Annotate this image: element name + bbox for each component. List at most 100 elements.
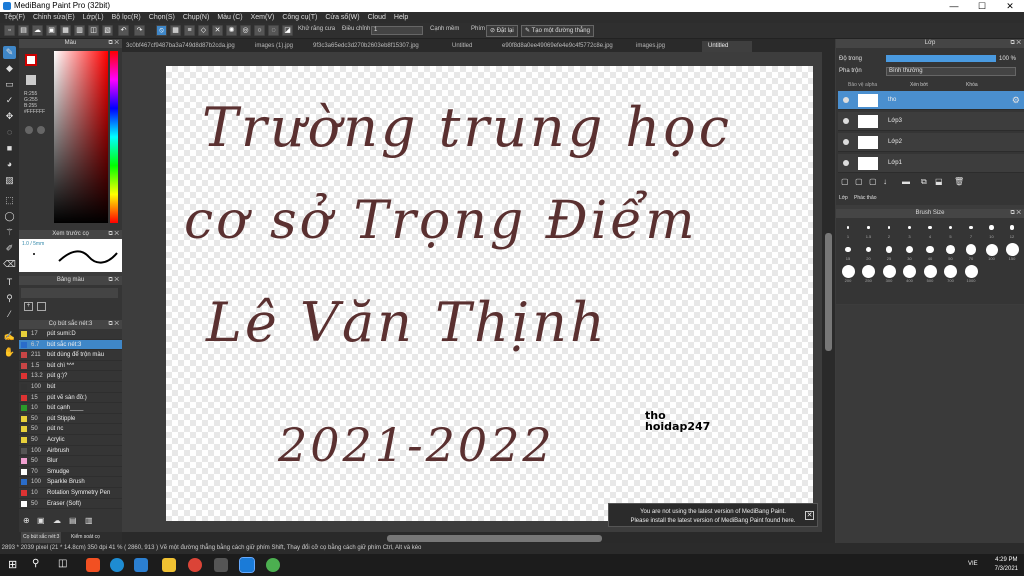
snap-off-icon[interactable]: ⦸ [156, 25, 167, 36]
protect-alpha-checkbox[interactable]: Bảo vệ alpha [848, 82, 877, 88]
brush-size-option[interactable]: 10 [983, 221, 1001, 239]
menu-select[interactable]: Chọn(S) [145, 12, 179, 23]
brush-size-option[interactable]: 5 [942, 221, 960, 239]
share-icon[interactable]: ▦ [60, 25, 71, 36]
select-lasso-tool-icon[interactable]: ◯ [3, 210, 16, 223]
explorer-icon[interactable] [162, 558, 176, 572]
reset-button[interactable]: ⊘ Đặt lại [486, 25, 518, 37]
brush-item[interactable]: 211 bút dùng để trộn màu [19, 350, 122, 361]
doc-tab[interactable]: images (1).jpg [255, 41, 293, 52]
drawing-canvas[interactable]: Trường trung học cơ sở Trọng Điểm Lê Văn… [166, 66, 813, 521]
move-tool-icon[interactable]: ✥ [3, 110, 16, 123]
brush-size-option[interactable]: 15 [839, 243, 857, 261]
menu-view[interactable]: Xem(V) [247, 12, 279, 23]
update-notice[interactable]: You are not using the latest version of … [608, 503, 818, 527]
brush-item[interactable]: 17 pút sumi:D [19, 329, 122, 340]
brush-size-option[interactable]: 2 [880, 221, 898, 239]
doc-tab[interactable]: e90f8d8a0ee49069efe4e9c4f5772c8e.jpg [502, 41, 613, 52]
circle-snap-icon[interactable]: ○ [254, 25, 265, 36]
menu-color[interactable]: Màu (C) [213, 12, 246, 23]
divide-tool-icon[interactable]: ⚲ [3, 292, 16, 305]
gradient-tool-icon[interactable]: ▨ [3, 174, 16, 187]
brush-size-option[interactable]: 400 [901, 265, 919, 283]
foreground-color-swatch[interactable] [25, 54, 37, 66]
soft-edge-checkbox[interactable]: Cạnh mềm [430, 26, 459, 32]
brush-size-option[interactable]: 4 [921, 221, 939, 239]
brush-item[interactable]: 100 Airbrush [19, 446, 122, 457]
task-view-icon[interactable]: ◫ [58, 558, 72, 572]
brush-item[interactable]: 50 Eraser (Soft) [19, 499, 122, 510]
brush-item[interactable]: 15 pút vẽ sàn đồ:) [19, 393, 122, 404]
menu-window[interactable]: Cửa sổ(W) [321, 12, 363, 23]
maximize-button[interactable]: ☐ [968, 0, 996, 12]
brush-tool-icon[interactable]: ✎ [3, 46, 16, 59]
add-8bit-layer-icon[interactable]: ▢ [869, 177, 877, 186]
select-pen-tool-icon[interactable]: ✐ [3, 242, 16, 255]
doc-tab[interactable]: 3c0bf467cf9487ba3a749d8d87b2cda.jpg [126, 41, 235, 52]
menu-edit[interactable]: Chỉnh sửa(E) [29, 12, 79, 23]
saturation-brightness-picker[interactable] [54, 51, 108, 223]
brush-item[interactable]: 50 pút Stipple [19, 414, 122, 425]
hand-tool-icon[interactable]: ✍ [3, 330, 16, 343]
brush-size-option[interactable]: 12 [1003, 221, 1021, 239]
medibang-icon[interactable] [239, 557, 255, 573]
select-rect-tool-icon[interactable]: ⬚ [3, 194, 16, 207]
vertical-scroll-thumb[interactable] [825, 233, 832, 351]
layer-row[interactable]: Lớp3 [838, 112, 1024, 131]
tab-sketch[interactable]: Phác thảo [854, 195, 877, 201]
brush-size-option[interactable]: 20 [860, 243, 878, 261]
merge-layer-icon[interactable]: ⬓ [935, 177, 943, 186]
color-set-menu-icon[interactable] [37, 302, 46, 311]
add-halftone-layer-icon[interactable]: ▢ [855, 177, 863, 186]
brush-size-option[interactable]: 40 [921, 243, 939, 261]
trash-icon[interactable]: ▧ [102, 25, 113, 36]
add-brush-icon[interactable]: ⊕ [23, 516, 30, 525]
panel-close-icon[interactable]: ⧉ ✕ [108, 39, 119, 48]
zoom-hand-icon[interactable]: ✋ [3, 346, 16, 359]
doc-tab[interactable]: 9f3c3a65edc3d270b2603eb8f15307.jpg [313, 41, 419, 52]
brush-item[interactable]: 6.7 bút sắc nét:3 [19, 339, 122, 351]
palette-icon[interactable] [37, 126, 45, 134]
app-icon[interactable] [134, 558, 148, 572]
doc-tab[interactable]: images.jpg [636, 41, 665, 52]
brush-item[interactable]: 70 Smudge [19, 467, 122, 478]
tab-brush[interactable]: Cọ bút sắc nét:3 [21, 532, 62, 543]
brush-item[interactable]: 10 bút cạnh____ [19, 403, 122, 414]
edge-icon[interactable] [110, 558, 124, 572]
brush-size-option[interactable]: 200 [839, 265, 857, 283]
layer-icon[interactable]: ▥ [74, 25, 85, 36]
doc-tab-active[interactable]: Untitled [702, 41, 752, 52]
close-button[interactable]: ✕ [996, 0, 1024, 12]
opacity-slider[interactable] [886, 55, 996, 62]
lock-checkbox[interactable]: Khóa [966, 82, 978, 88]
notice-line2[interactable]: Please install the latest version of Med… [609, 517, 817, 526]
brush-size-option[interactable]: 1000 [962, 265, 980, 283]
select-tool-icon[interactable]: ✓ [3, 94, 16, 107]
brush-size-option[interactable]: 1 [839, 221, 857, 239]
brush-item[interactable]: 100 Sparkle Brush [19, 477, 122, 488]
layer-visibility-icon[interactable] [843, 139, 849, 145]
new-file-icon[interactable]: ▫ [4, 25, 15, 36]
clock[interactable]: 4:29 PM 7/3/2021 [995, 556, 1018, 574]
panel-close-icon[interactable]: ⧉ ✕ [1010, 39, 1021, 48]
brush-folder-icon[interactable]: ▤ [69, 516, 77, 525]
brush-size-option[interactable]: 7 [962, 221, 980, 239]
brush-size-option[interactable]: 25 [880, 243, 898, 261]
brush-size-option[interactable]: 30 [901, 243, 919, 261]
lasso-tool-icon[interactable]: ◌ [3, 126, 16, 139]
brush-item[interactable]: 50 Blur [19, 456, 122, 467]
menu-snap[interactable]: Chụp(N) [179, 12, 213, 23]
save-icon[interactable]: ▣ [46, 25, 57, 36]
layer-visibility-icon[interactable] [843, 118, 849, 124]
tab-layer[interactable]: Lớp [839, 195, 848, 201]
brush-item[interactable]: 50 Acrylic [19, 435, 122, 446]
background-color-swatch[interactable] [26, 75, 36, 85]
grid-snap-icon[interactable]: ▦ [170, 25, 181, 36]
layer-visibility-icon[interactable] [843, 97, 849, 103]
move-down-icon[interactable]: ↓ [883, 177, 887, 186]
notice-close-icon[interactable]: ✕ [805, 511, 814, 520]
horizontal-scroll-thumb[interactable] [387, 535, 602, 542]
panel-close-icon[interactable]: ⧉ ✕ [108, 230, 119, 239]
add-color-icon[interactable] [25, 126, 33, 134]
redo-icon[interactable]: ↷ [134, 25, 145, 36]
